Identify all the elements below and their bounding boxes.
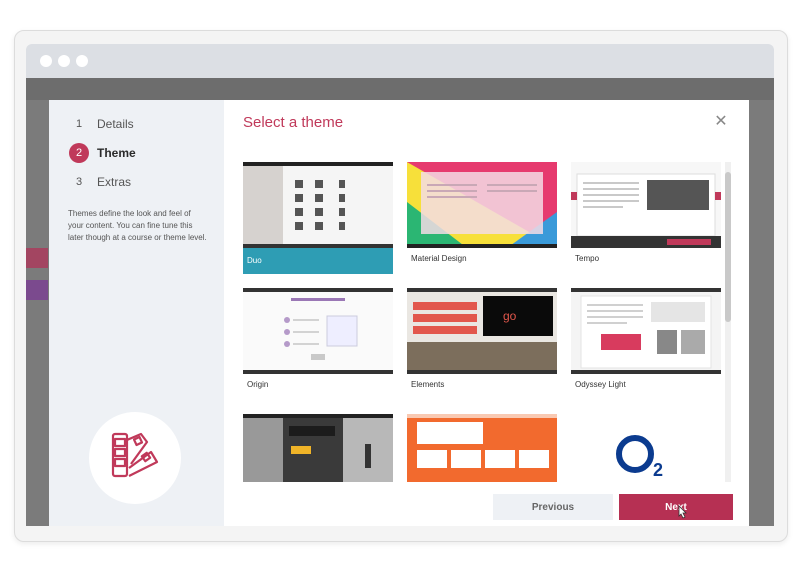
theme-thumbnail <box>243 162 393 248</box>
step-number: 1 <box>75 118 83 130</box>
theme-thumbnail <box>407 162 557 248</box>
step-number: 2 <box>69 143 89 163</box>
previous-button[interactable]: Previous <box>493 494 613 520</box>
theme-name: Elements <box>411 380 445 389</box>
theme-thumbnail: go <box>407 288 557 374</box>
next-button[interactable]: Next <box>619 494 733 520</box>
theme-name: Odyssey Light <box>575 380 626 389</box>
step-label: Details <box>97 117 134 131</box>
theme-grid-scrollbar[interactable] <box>725 162 731 482</box>
theme-thumbnail: 2 <box>571 414 721 482</box>
theme-card-orange[interactable] <box>407 414 557 482</box>
wizard-sidebar: 1 Details 2 Theme 3 Extras Themes define… <box>49 100 224 526</box>
theme-thumbnail <box>243 414 393 482</box>
theme-card-duo[interactable]: Duo <box>243 162 393 274</box>
dialog-title: Select a theme <box>243 114 344 131</box>
theme-card-material-design[interactable]: Material Design <box>407 162 557 274</box>
theme-card-tempo[interactable]: Tempo <box>571 162 721 274</box>
step-number: 3 <box>75 176 83 188</box>
svg-text:2: 2 <box>653 460 663 480</box>
theme-card-dark-photo[interactable] <box>243 414 393 482</box>
theme-thumbnail <box>571 162 721 248</box>
theme-card-elements[interactable]: go Elements <box>407 288 557 400</box>
theme-grid: Duo Material Design Tempo Origin go Elem… <box>243 162 733 482</box>
close-icon[interactable]: ✕ <box>713 114 729 130</box>
theme-name: Material Design <box>411 254 467 263</box>
theme-description: Themes define the look and feel of your … <box>68 209 207 242</box>
window-dot <box>58 55 70 67</box>
app-toolbar-dimmed <box>26 78 774 100</box>
wizard-step-details[interactable]: 1 Details <box>69 114 134 134</box>
theme-name: Tempo <box>575 254 600 263</box>
app-sidebar-accent <box>26 280 48 300</box>
mouse-pointer-icon <box>678 505 687 519</box>
wizard-step-extras[interactable]: 3 Extras <box>69 172 131 192</box>
theme-wizard-dialog: 1 Details 2 Theme 3 Extras Themes define… <box>49 100 749 526</box>
theme-thumbnail <box>407 414 557 482</box>
theme-card-origin[interactable]: Origin <box>243 288 393 400</box>
app-sidebar-accent <box>26 248 48 268</box>
color-palette-icon <box>89 412 181 504</box>
theme-thumbnail <box>243 288 393 374</box>
scrollbar-thumb[interactable] <box>725 172 731 322</box>
step-label: Extras <box>97 175 132 189</box>
theme-name: Origin <box>247 380 269 389</box>
theme-card-odyssey-light[interactable]: Odyssey Light <box>571 288 721 400</box>
theme-name: Duo <box>247 256 262 265</box>
svg-text:go: go <box>503 309 517 323</box>
window-dot <box>40 55 52 67</box>
theme-card-o2[interactable]: 2 <box>571 414 721 482</box>
window-titlebar <box>26 44 774 78</box>
theme-thumbnail <box>571 288 721 374</box>
wizard-step-theme[interactable]: 2 Theme <box>69 143 136 163</box>
window-dot <box>76 55 88 67</box>
step-label: Theme <box>97 146 136 160</box>
